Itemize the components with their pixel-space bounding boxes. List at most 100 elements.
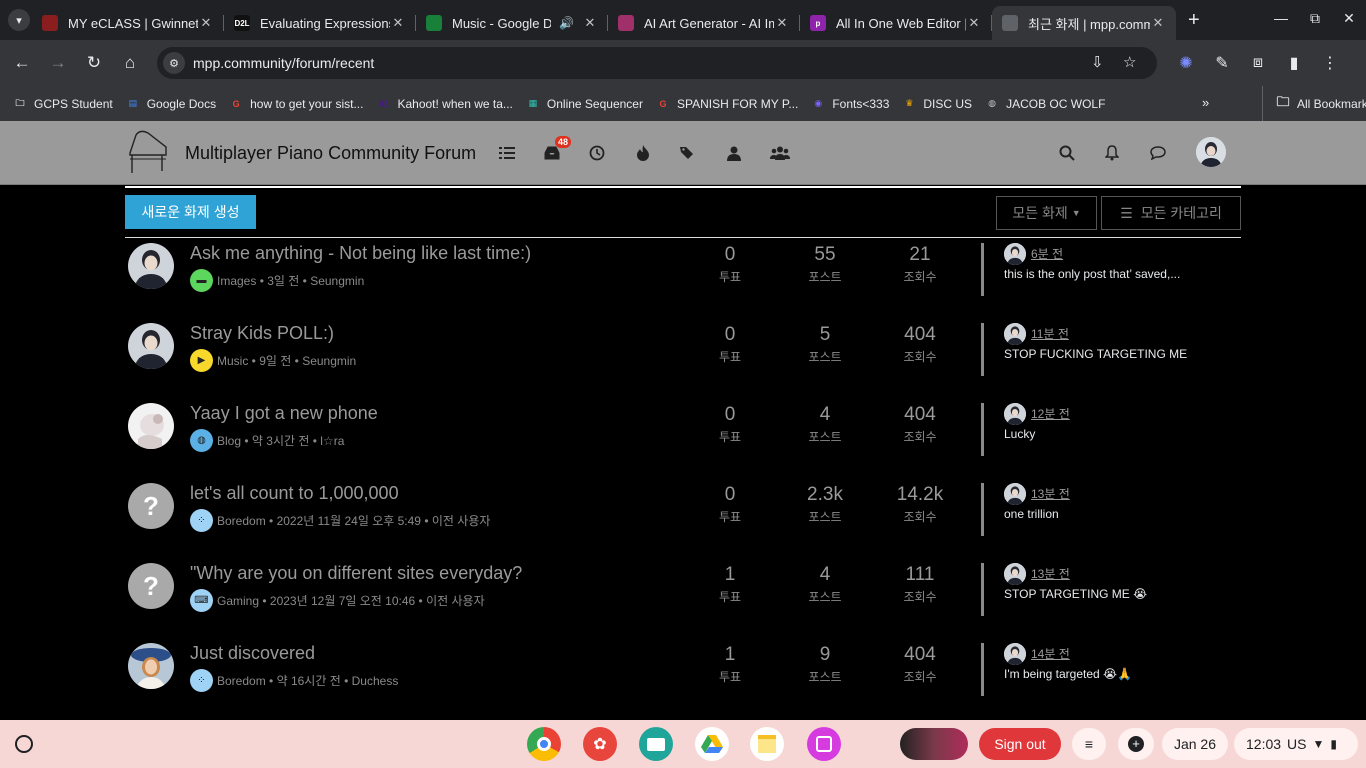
topic-author[interactable]: Seungmin [310, 274, 364, 288]
topic-title[interactable]: let's all count to 1,000,000 [190, 483, 399, 504]
user-avatar[interactable] [1196, 137, 1226, 167]
topic-category[interactable]: Boredom [217, 514, 266, 528]
topic-row[interactable]: ? let's all count to 1,000,000 ⁘ Boredom • … [125, 478, 1241, 558]
address-bar[interactable]: ⚙ mpp.community/forum/recent ⇩ ☆ [157, 47, 1157, 79]
close-tab-icon[interactable]: ✕ [1150, 15, 1166, 31]
site-info-icon[interactable]: ⚙ [163, 52, 185, 74]
groups-icon[interactable] [769, 142, 791, 164]
bookmark-item[interactable]: ◍ JACOB OC WOLF [984, 96, 1105, 112]
browser-tab[interactable]: D2L Evaluating Expressions ✕ [224, 6, 416, 40]
piano-logo-icon[interactable] [126, 127, 170, 175]
topic-author[interactable]: 이전 사용자 [426, 592, 485, 609]
user-icon[interactable] [723, 142, 745, 164]
extensions-puzzle-icon[interactable]: ⧈ [1240, 54, 1276, 72]
topic-row[interactable]: Ask me anything - Not being like last ti… [125, 238, 1241, 318]
topic-time[interactable]: 약 3시간 전 [252, 432, 310, 449]
close-tab-icon[interactable]: ✕ [966, 15, 982, 31]
author-avatar[interactable]: ? [128, 563, 174, 609]
site-brand[interactable]: Multiplayer Piano Community Forum [185, 143, 476, 164]
chats-icon[interactable] [1147, 142, 1169, 164]
back-icon[interactable]: ← [4, 53, 40, 73]
close-tab-icon[interactable]: ✕ [390, 15, 406, 31]
last-post-time[interactable]: 12분 전 [1031, 405, 1070, 422]
topic-category[interactable]: Boredom [217, 674, 266, 688]
reload-icon[interactable]: ↻ [76, 53, 112, 73]
paint-app-icon[interactable]: ✿ [583, 727, 617, 761]
topic-author[interactable]: 이전 사용자 [432, 512, 491, 529]
author-avatar[interactable] [128, 403, 174, 449]
add-icon[interactable]: + [1118, 728, 1154, 760]
browser-tab[interactable]: AI Art Generator - AI Image✕ [608, 6, 800, 40]
bookmark-item[interactable]: ♛ DISC US [901, 96, 972, 112]
bookmark-star-icon[interactable]: ☆ [1123, 53, 1136, 71]
holding-space-thumbnails[interactable] [900, 728, 968, 760]
topic-title[interactable]: Ask me anything - Not being like last ti… [190, 243, 531, 264]
date-display[interactable]: Jan 26 [1162, 728, 1228, 760]
topic-time[interactable]: 9일 전 [259, 352, 291, 369]
home-icon[interactable]: ⌂ [112, 53, 148, 73]
last-post-time[interactable]: 6분 전 [1031, 245, 1063, 262]
last-poster-avatar[interactable] [1004, 483, 1026, 505]
topic-category[interactable]: Gaming [217, 594, 259, 608]
media-controls-icon[interactable]: ≡ [1072, 728, 1106, 760]
recent-clock-icon[interactable] [586, 142, 608, 164]
notifications-bell-icon[interactable] [1101, 142, 1123, 164]
bookmark-item[interactable]: K! Kahoot! when we ta... [375, 96, 513, 112]
close-window-icon[interactable]: ✕ [1332, 10, 1366, 27]
install-app-icon[interactable]: ⇩ [1091, 53, 1104, 71]
new-tab-button[interactable]: + [1188, 9, 1200, 32]
side-panel-icon[interactable]: ▮ [1276, 53, 1312, 73]
categories-icon[interactable] [496, 142, 518, 164]
bookmark-item[interactable]: ▤ Google Docs [125, 96, 216, 112]
filter-topics-dropdown[interactable]: 모든 화제 ▼ [996, 196, 1097, 230]
last-post-time[interactable]: 14분 전 [1031, 645, 1070, 662]
author-avatar[interactable] [128, 323, 174, 369]
tab-search-button[interactable]: ▾ [8, 9, 30, 31]
topic-time[interactable]: 3일 전 [267, 272, 299, 289]
last-poster-avatar[interactable] [1004, 643, 1026, 665]
topic-author[interactable]: l☆ra [320, 434, 344, 448]
last-post-excerpt[interactable]: this is the only post that’ saved,... [1004, 267, 1180, 281]
last-poster-avatar[interactable] [1004, 563, 1026, 585]
topic-category[interactable]: Music [217, 354, 248, 368]
extension-edit-icon[interactable]: ✎ [1204, 53, 1240, 73]
drive-app-icon[interactable] [695, 727, 729, 761]
new-topic-button[interactable]: 새로운 화제 생성 [125, 195, 256, 229]
maximize-icon[interactable]: ⧉ [1298, 10, 1332, 27]
author-avatar[interactable]: ? [128, 483, 174, 529]
topic-title[interactable]: Just discovered [190, 643, 315, 664]
more-bookmarks-icon[interactable]: » [1202, 95, 1209, 110]
topic-row[interactable]: Stray Kids POLL:) ▶ Music • 9일 전 • Seungmi… [125, 318, 1241, 398]
sign-out-button[interactable]: Sign out [979, 728, 1061, 760]
last-post-time[interactable]: 11분 전 [1031, 325, 1069, 342]
browser-tab[interactable]: 최근 화제 | mpp.community✕ [992, 6, 1176, 40]
audio-playing-icon[interactable]: 🔊 [559, 16, 574, 30]
topic-time[interactable]: 약 16시간 전 [277, 672, 341, 689]
author-avatar[interactable] [128, 243, 174, 289]
last-poster-avatar[interactable] [1004, 403, 1026, 425]
close-tab-icon[interactable]: ✕ [198, 15, 214, 31]
last-poster-avatar[interactable] [1004, 243, 1026, 265]
search-icon[interactable] [1056, 142, 1078, 164]
extension-gear-icon[interactable]: ✺ [1168, 53, 1204, 73]
close-tab-icon[interactable]: ✕ [774, 15, 790, 31]
status-tray[interactable]: 12:03 US ▼ ▮ [1234, 728, 1358, 760]
popular-fire-icon[interactable] [632, 142, 654, 164]
bookmark-item[interactable]: 🗀 GCPS Student [12, 96, 112, 112]
last-post-excerpt[interactable]: I'm being targeted 😭🙏 [1004, 667, 1132, 681]
last-post-time[interactable]: 13분 전 [1031, 485, 1070, 502]
browser-tab[interactable]: Music - Google Drive 🔊 ✕ [416, 6, 608, 40]
browser-tab[interactable]: MY eCLASS | Gwinnett County Public Schoo… [32, 6, 224, 40]
last-post-excerpt[interactable]: Lucky [1004, 427, 1035, 441]
notes-app-icon[interactable] [750, 727, 784, 761]
topic-title[interactable]: "Why are you on different sites everyday… [190, 563, 522, 584]
topic-author[interactable]: Seungmin [302, 354, 356, 368]
topic-row[interactable]: ? "Why are you on different sites everyda… [125, 558, 1241, 638]
forward-icon[interactable]: → [40, 53, 76, 73]
topic-author[interactable]: Duchess [352, 674, 399, 688]
last-post-excerpt[interactable]: STOP TARGETING ME 😭 [1004, 587, 1147, 601]
topic-time[interactable]: 2022년 11월 24일 오후 5:49 [277, 512, 421, 529]
bookmark-item[interactable]: ▦ Online Sequencer [525, 96, 643, 112]
minimize-icon[interactable]: — [1264, 10, 1298, 26]
topic-title[interactable]: Yaay I got a new phone [190, 403, 378, 424]
